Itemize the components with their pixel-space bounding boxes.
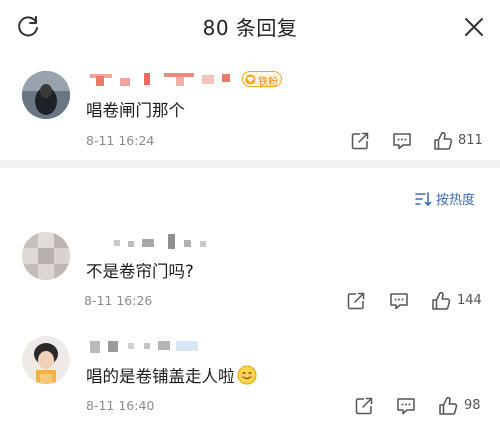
share-icon[interactable] (345, 290, 367, 312)
sort-label: 按热度 (436, 193, 476, 208)
like-count: 144 (457, 293, 482, 308)
comment-time: 8-11 16:24 (86, 133, 155, 148)
page-title: 80 条回复 (202, 16, 298, 40)
smile-emoji-icon (237, 365, 256, 385)
reply-header: 80 条回复 (0, 0, 500, 54)
like-count: 98 (464, 398, 481, 413)
comment-time: 8-11 16:26 (84, 293, 153, 308)
comment-text-content: 唱的是卷铺盖走人啦 (86, 367, 235, 386)
reply-icon[interactable] (395, 395, 417, 417)
comment-text: 唱卷闸门那个 (86, 101, 185, 120)
heart-badge-icon (245, 74, 256, 85)
comment-text: 不是卷帘门吗? (86, 262, 194, 281)
fan-badge: 铁粉 (242, 71, 282, 88)
comment-time: 8-11 16:40 (86, 398, 155, 413)
avatar[interactable] (22, 336, 70, 384)
share-icon[interactable] (353, 395, 375, 417)
section-divider (0, 160, 500, 168)
close-icon[interactable] (460, 13, 488, 41)
like-icon[interactable] (430, 290, 452, 312)
share-icon[interactable] (349, 130, 371, 152)
like-icon[interactable] (437, 395, 459, 417)
username-redacted[interactable] (88, 336, 208, 356)
sort-icon (415, 192, 432, 206)
comment-text: 唱的是卷铺盖走人啦 (86, 363, 257, 387)
badge-label: 铁粉 (258, 77, 278, 88)
username-redacted[interactable] (112, 232, 212, 252)
reply-icon[interactable] (391, 130, 413, 152)
like-icon[interactable] (432, 130, 454, 152)
avatar[interactable] (22, 232, 70, 280)
reply-icon[interactable] (388, 290, 410, 312)
username-redacted[interactable] (86, 70, 256, 88)
avatar[interactable] (22, 71, 70, 119)
like-count: 811 (458, 133, 483, 148)
